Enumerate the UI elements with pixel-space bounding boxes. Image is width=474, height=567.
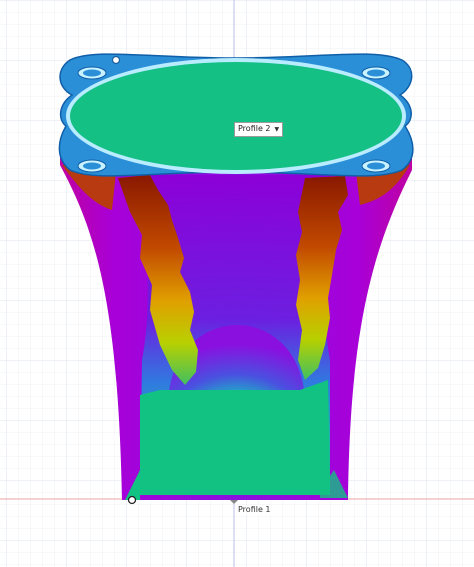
profile-2-label: Profile 2 [238, 124, 271, 133]
profile-1-label: Profile 1 [236, 505, 273, 515]
bottom-point-handle [127, 495, 137, 505]
canvas-graphics [0, 0, 474, 567]
chevron-down-icon[interactable]: ▼ [275, 126, 280, 133]
profile-2-tag[interactable]: Profile 2 ▼ [234, 122, 284, 137]
flange-point-handle [111, 55, 121, 65]
bottom-green-region [140, 380, 330, 495]
design-canvas[interactable]: Profile 2 ▼ Profile 1 [0, 0, 474, 567]
